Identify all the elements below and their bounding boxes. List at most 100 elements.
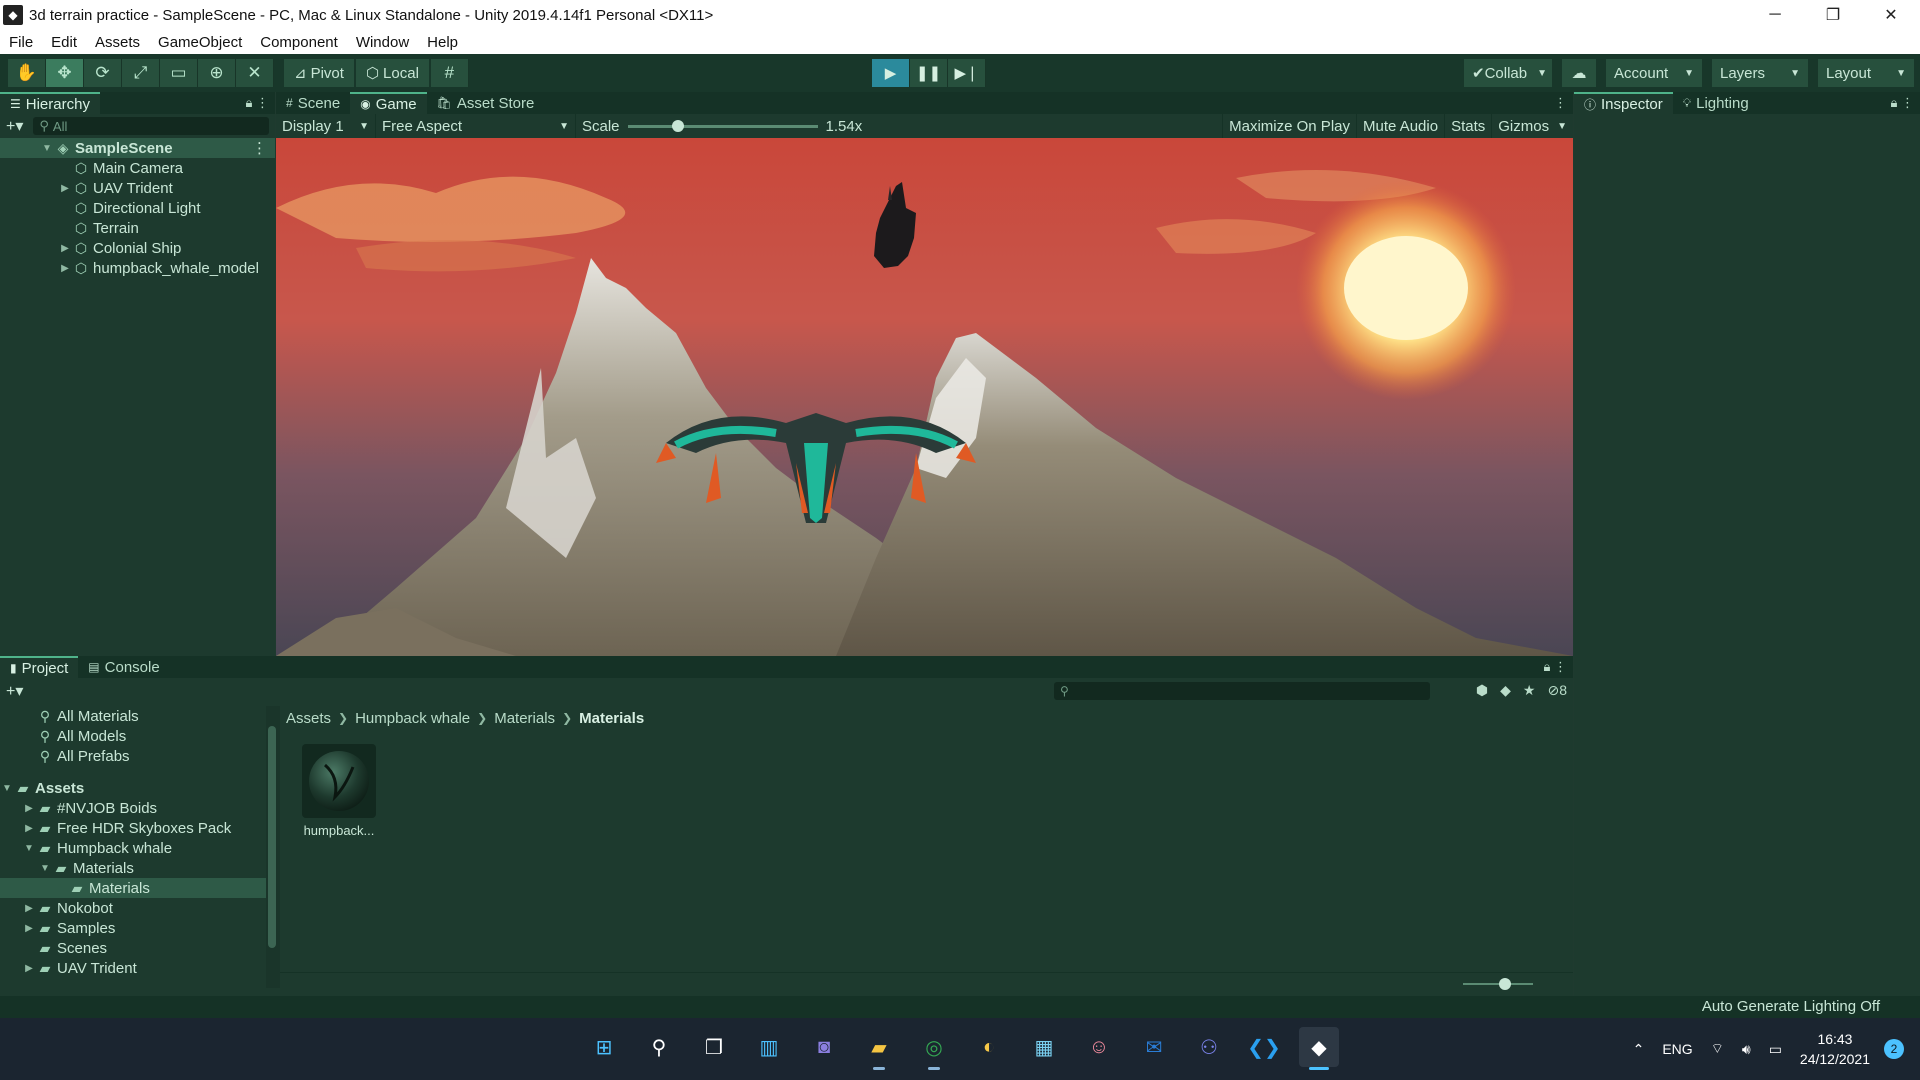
search-by-type-icon[interactable]: ⬢ [1476,682,1488,699]
expand-arrow-icon[interactable]: ▶ [22,923,36,934]
folder-item[interactable]: ▶ ▰ Nokobot [0,898,266,918]
minimize-button[interactable]: ─ [1746,0,1804,30]
expand-arrow-icon[interactable]: ▼ [40,143,54,154]
folder-item[interactable]: ▰ Scenes [0,938,266,958]
menu-gameobject[interactable]: GameObject [149,34,251,51]
volume-icon[interactable]: 🔊︎ [1742,1041,1751,1058]
unity-taskbar-icon[interactable]: ◆ [1299,1027,1339,1070]
hierarchy-search-input[interactable]: ⚲ All [33,117,269,135]
icon-size-slider[interactable] [1463,978,1533,990]
menu-file[interactable]: File [0,34,42,51]
app-lemon-icon[interactable]: ◐ [969,1027,1009,1067]
favorite-star-icon[interactable]: ★ [1523,682,1536,699]
layout-dropdown[interactable]: Layout ▼ [1818,59,1914,87]
expand-arrow-icon[interactable]: ▼ [38,863,52,874]
menu-window[interactable]: Window [347,34,418,51]
move-tool-icon[interactable]: ✥ [46,59,84,87]
expand-arrow-icon[interactable]: ▶ [58,263,72,274]
notification-badge[interactable]: 2 [1884,1039,1904,1059]
gizmos-dropdown[interactable]: Gizmos ▼ [1491,114,1573,138]
step-button[interactable]: ▶❘ [948,59,986,87]
tab-inspector[interactable]: ⓘ Inspector [1574,92,1673,114]
layers-dropdown[interactable]: Layers ▼ [1712,59,1808,87]
scene-root[interactable]: ▼ ◈ SampleScene ⋮ [0,138,275,158]
teams-icon[interactable]: ⚇ [1189,1027,1229,1067]
vscode-icon[interactable]: ❮❯ [1244,1027,1284,1067]
rect-tool-icon[interactable]: ▭ [160,59,198,87]
lock-icon[interactable]: 🔒︎ ⋮ [1890,95,1914,111]
account-dropdown[interactable]: Account ▼ [1606,59,1702,87]
breadcrumb-item[interactable]: Humpback whale [355,710,470,727]
tab-console[interactable]: ▤ Console [78,656,169,678]
more-options-icon[interactable]: ⋮ [252,139,267,157]
outlook-icon[interactable]: ✉ [1134,1027,1174,1067]
character-app-icon[interactable]: ☺ [1079,1027,1119,1067]
chrome-icon[interactable]: ◎ [914,1027,954,1070]
chevron-up-icon[interactable]: ⌃ [1633,1041,1645,1058]
tab-asset-store[interactable]: 🛍︎ Asset Store [427,92,545,114]
hidden-packages-toggle[interactable]: ⊘8 [1547,682,1567,699]
pause-button[interactable]: ❚❚ [910,59,948,87]
play-button[interactable]: ▶ [872,59,910,87]
hierarchy-item[interactable]: ▶ ⬡ humpback_whale_model [0,258,275,278]
restore-button[interactable]: ❐ [1804,0,1862,30]
icon-size-slider-knob[interactable] [1499,978,1511,990]
widgets-icon[interactable]: ▥ [749,1027,789,1067]
game-viewport[interactable] [276,138,1573,656]
search-by-label-icon[interactable]: ◆ [1500,682,1511,699]
folder-item[interactable]: ▼ ▰ Humpback whale [0,838,266,858]
hierarchy-item[interactable]: ⬡ Main Camera [0,158,275,178]
favorite-search-item[interactable]: ⚲ All Models [0,726,266,746]
mute-audio-toggle[interactable]: Mute Audio [1356,114,1444,138]
folder-item[interactable]: ▼ ▰ Materials [0,858,266,878]
calculator-grid-icon[interactable]: ▦ [1024,1027,1064,1067]
assets-root[interactable]: ▼ ▰ Assets [0,778,266,798]
pivot-toggle[interactable]: ⊿ Pivot [284,59,354,87]
asset-item[interactable]: humpback... [300,744,378,838]
scale-slider[interactable] [627,119,818,132]
display-dropdown[interactable]: Display 1 ▼ [276,114,376,138]
breadcrumb-item[interactable]: Materials [494,710,555,727]
folder-item[interactable]: ▶ ▰ Free HDR Skyboxes Pack [0,818,266,838]
hand-tool-icon[interactable]: ✋ [8,59,46,87]
custom-tool-icon[interactable]: ✕ [236,59,274,87]
expand-arrow-icon[interactable]: ▶ [22,903,36,914]
hierarchy-item[interactable]: ⬡ Terrain [0,218,275,238]
collab-dropdown[interactable]: ✔ Collab ▼ [1464,59,1552,87]
language-indicator[interactable]: ENG [1662,1041,1692,1057]
task-view-icon[interactable]: ❐ [694,1027,734,1067]
expand-arrow-icon[interactable]: ▶ [22,803,36,814]
lock-icon[interactable]: 🔒︎ ⋮ [1543,659,1567,675]
tab-scene[interactable]: # Scene [276,92,350,114]
menu-component[interactable]: Component [251,34,347,51]
project-search-input[interactable]: ⚲ [1054,682,1430,700]
rotate-tool-icon[interactable]: ⟳ [84,59,122,87]
favorite-search-item[interactable]: ⚲ All Prefabs [0,746,266,766]
expand-arrow-icon[interactable]: ▼ [0,783,14,794]
create-add-icon[interactable]: +▾ [6,681,23,701]
tab-hierarchy[interactable]: ☰ Hierarchy [0,92,100,114]
expand-arrow-icon[interactable]: ▶ [22,963,36,974]
tab-project[interactable]: ▮ Project [0,656,79,678]
start-windows-icon[interactable]: ⊞ [584,1027,624,1067]
favorite-search-item[interactable]: ⚲ All Materials [0,706,266,726]
wifi-icon[interactable]: ⌔ [1711,1040,1724,1058]
create-add-icon[interactable]: +▾ [6,116,23,136]
menu-edit[interactable]: Edit [42,34,86,51]
breadcrumb-current[interactable]: Materials [579,710,644,727]
file-explorer-icon[interactable]: ▰ [859,1027,899,1070]
folder-tree-scrollbar[interactable] [266,706,280,988]
chat-icon[interactable]: ◙ [804,1027,844,1067]
hierarchy-item[interactable]: ⬡ Directional Light [0,198,275,218]
battery-icon[interactable]: ▭ [1769,1041,1782,1058]
hierarchy-item[interactable]: ▶ ⬡ UAV Trident [0,178,275,198]
breadcrumb-item[interactable]: Assets [286,710,331,727]
folder-item[interactable]: ▶ ▰ Samples [0,918,266,938]
expand-arrow-icon[interactable]: ▶ [58,183,72,194]
folder-item[interactable]: ▶ ▰ UAV Trident [0,958,266,978]
scrollbar-thumb[interactable] [268,726,276,948]
status-text[interactable]: Auto Generate Lighting Off [1702,998,1880,1015]
aspect-dropdown[interactable]: Free Aspect ▼ [376,114,576,138]
grid-snap-icon[interactable]: # [430,59,469,87]
maximize-on-play-toggle[interactable]: Maximize On Play [1222,114,1356,138]
